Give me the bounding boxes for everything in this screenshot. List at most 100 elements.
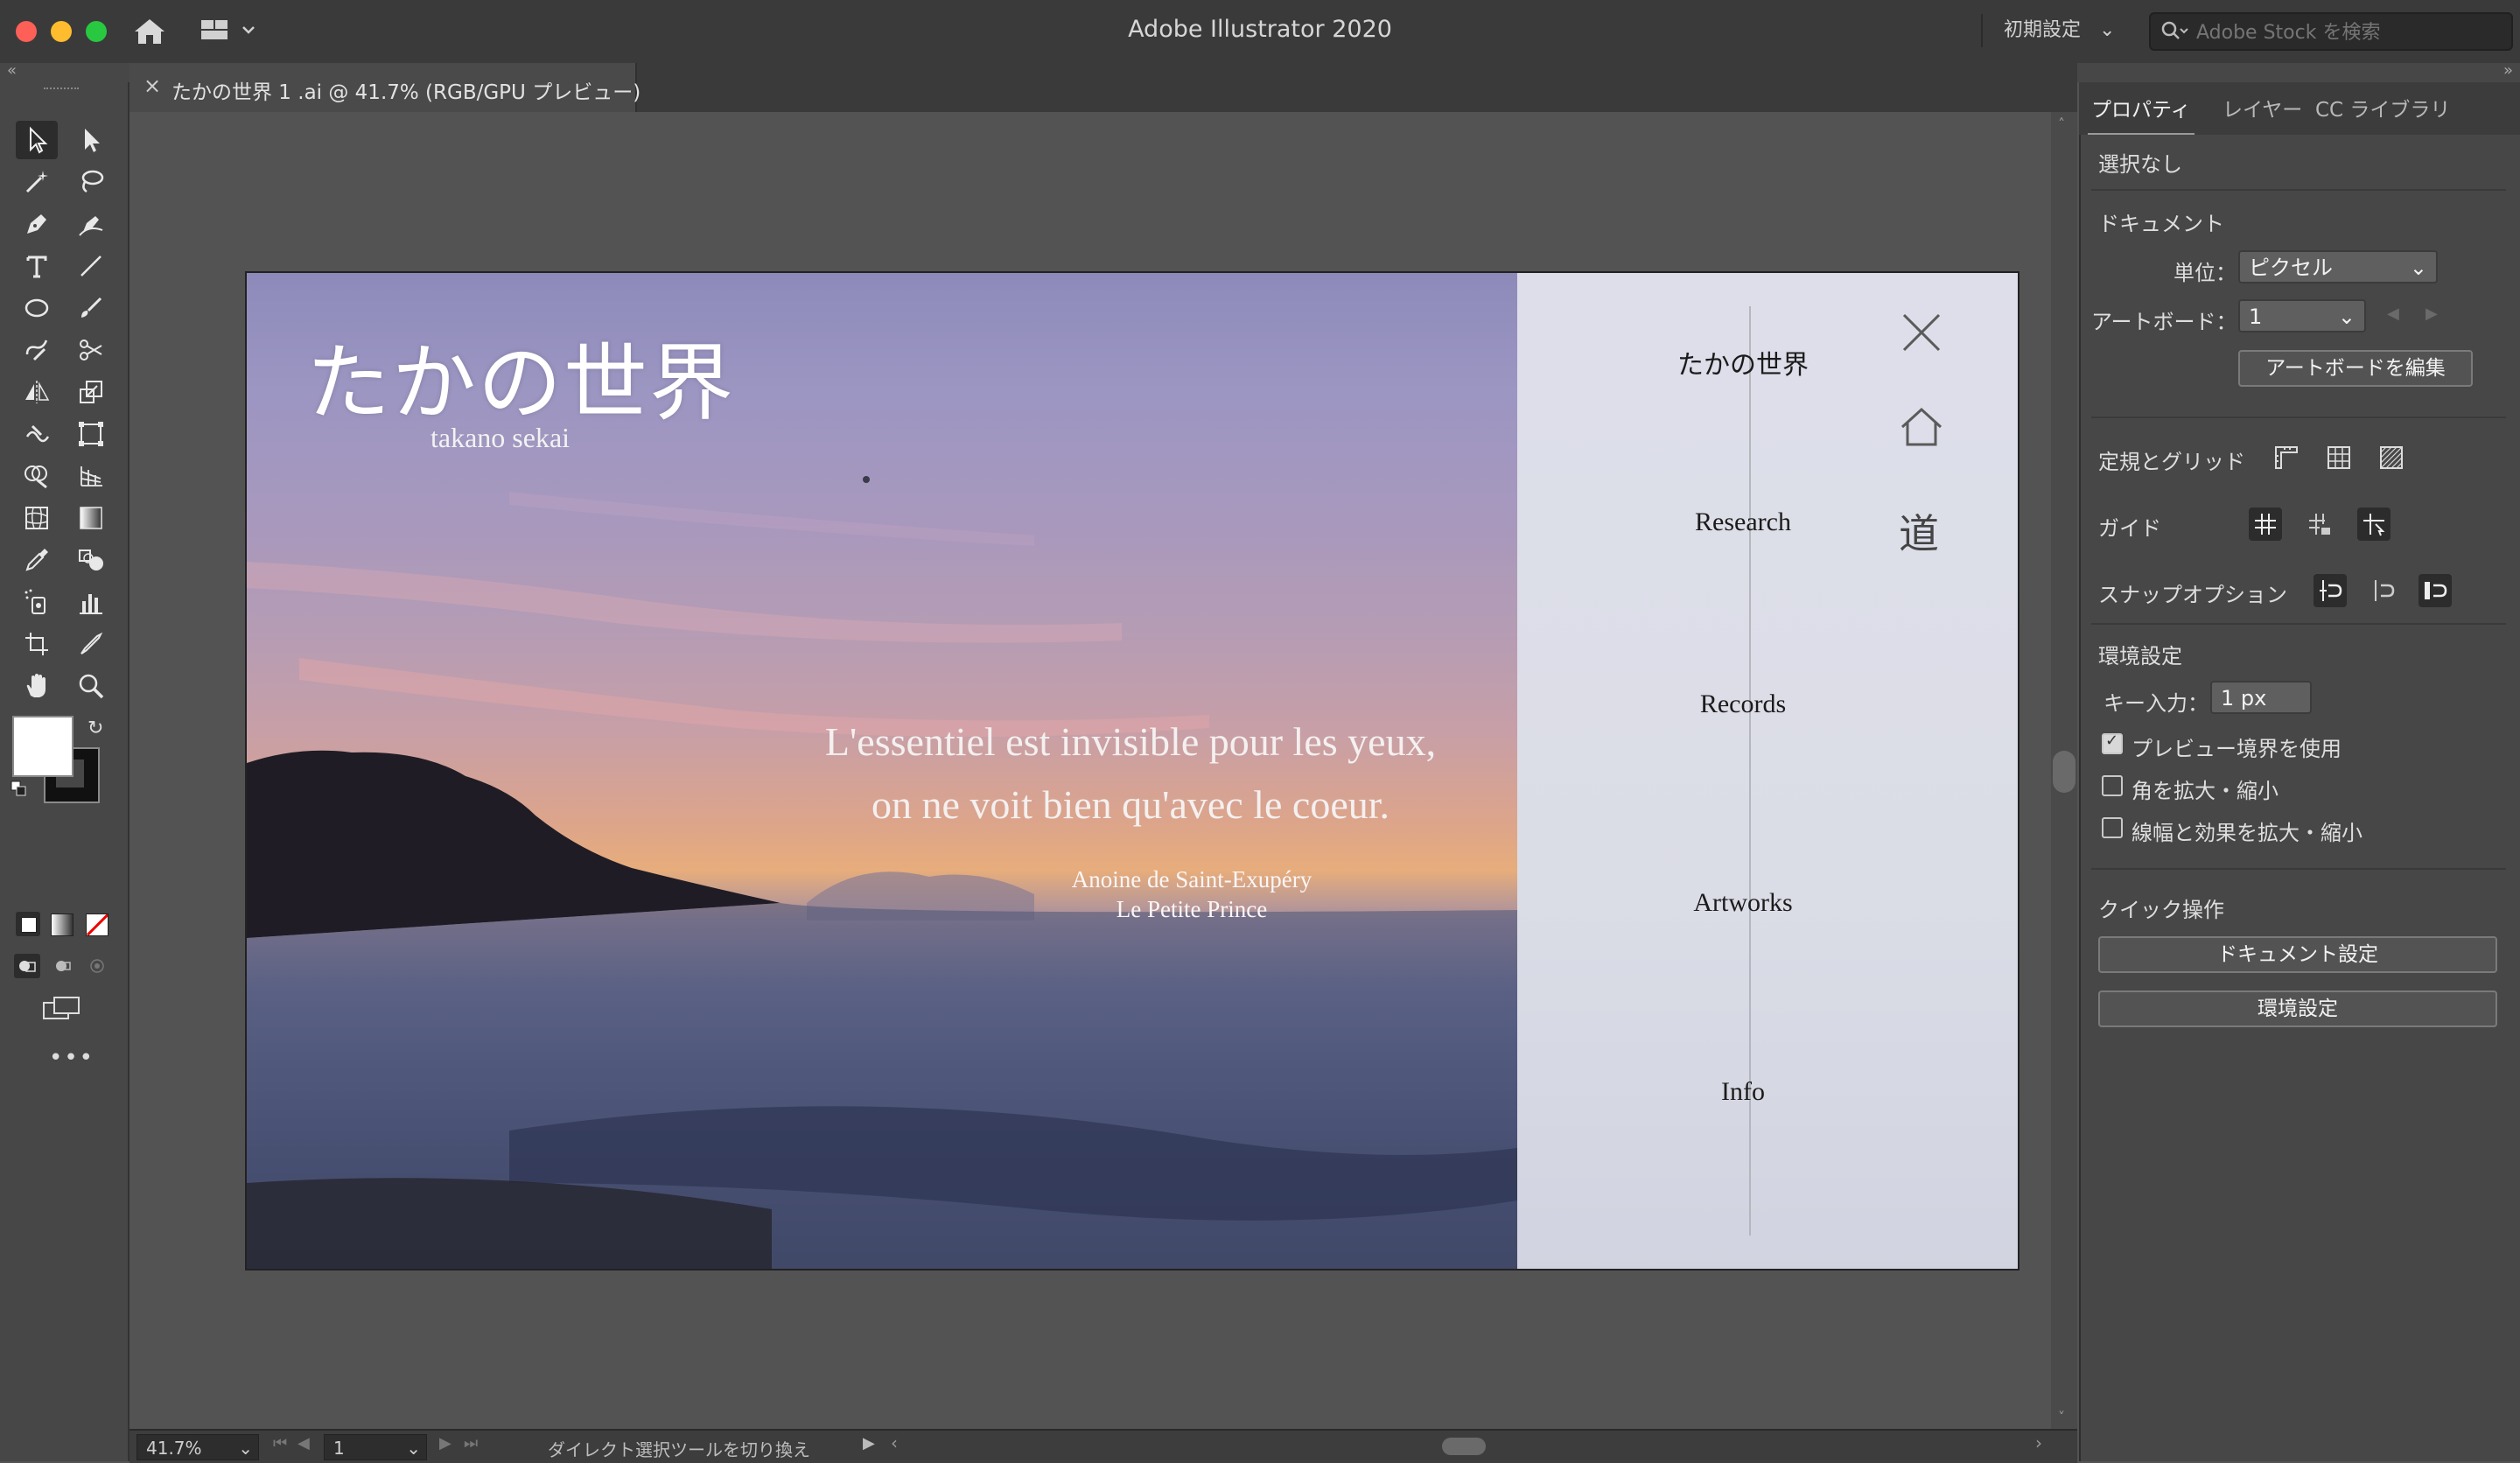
pen-tool-icon[interactable] — [16, 205, 58, 243]
artboard-number-field[interactable]: 1 ⌄ — [324, 1434, 427, 1460]
arrange-documents-button[interactable] — [200, 18, 266, 44]
hand-tool-icon[interactable] — [16, 667, 58, 705]
draw-normal-icon[interactable] — [14, 954, 40, 978]
blend-tool-icon[interactable] — [70, 541, 112, 579]
magic-wand-tool-icon[interactable] — [16, 163, 58, 201]
document-tab[interactable]: × たかの世界 1 .ai @ 41.7% (RGB/GPU プレビュー) — [130, 63, 640, 112]
direct-selection-tool-icon[interactable] — [70, 121, 112, 159]
scroll-left-icon[interactable]: ‹ — [891, 1432, 898, 1453]
scale-tool-icon[interactable] — [70, 373, 112, 411]
snap-to-pixel-icon[interactable] — [2314, 574, 2347, 607]
scale-strokes-checkbox[interactable] — [2102, 817, 2123, 838]
previous-artboard-icon[interactable]: ◀ — [298, 1434, 310, 1452]
line-segment-tool-icon[interactable] — [70, 247, 112, 285]
lasso-tool-icon[interactable] — [70, 163, 112, 201]
status-menu-arrow-icon[interactable]: ▶ — [863, 1434, 875, 1452]
smart-guides-icon[interactable] — [2357, 508, 2390, 541]
swap-fill-stroke-icon[interactable]: ↻ — [88, 718, 103, 739]
snap-to-glyph-icon[interactable] — [2418, 574, 2452, 607]
tab-cc-libraries[interactable]: CC ライブラリ — [2315, 93, 2450, 128]
selection-tool-icon[interactable] — [16, 121, 58, 159]
artboard-tool-icon[interactable] — [16, 625, 58, 663]
toolbar-grip[interactable] — [44, 88, 79, 93]
transparency-grid-icon[interactable] — [2375, 441, 2408, 474]
scroll-down-icon[interactable]: ˅ — [2058, 1409, 2065, 1425]
workspace-switcher[interactable]: 初期設定 ⌄ — [1981, 14, 2144, 47]
edit-toolbar-icon[interactable]: ••• — [49, 1045, 94, 1071]
edit-artboard-button[interactable]: アートボードを編集 — [2238, 350, 2473, 387]
next-artboard-icon[interactable]: ▶ — [2426, 304, 2438, 323]
scale-corners-checkbox[interactable] — [2102, 775, 2123, 796]
draw-inside-icon[interactable] — [84, 954, 110, 978]
collapse-right-icon[interactable]: » — [2503, 61, 2513, 80]
search-icon — [2161, 21, 2188, 39]
gradient-mode-button[interactable] — [51, 914, 74, 936]
stock-search-box[interactable] — [2149, 12, 2513, 51]
color-mode-button[interactable] — [16, 912, 40, 936]
free-transform-tool-icon[interactable] — [70, 415, 112, 453]
scissors-tool-icon[interactable] — [70, 331, 112, 369]
close-menu-icon[interactable] — [1897, 308, 1946, 357]
gradient-tool-icon[interactable] — [70, 499, 112, 537]
first-artboard-icon[interactable]: ⏮ — [273, 1434, 287, 1452]
slice-tool-icon[interactable] — [70, 625, 112, 663]
lock-guides-icon[interactable] — [2303, 508, 2336, 541]
shaper-tool-icon[interactable] — [16, 331, 58, 369]
stock-search-input[interactable] — [2194, 14, 2504, 51]
shape-builder-tool-icon[interactable] — [16, 457, 58, 495]
symbol-sprayer-tool-icon[interactable] — [16, 583, 58, 621]
last-artboard-icon[interactable]: ⏭ — [464, 1434, 478, 1452]
show-guides-icon[interactable] — [2249, 508, 2282, 541]
vertical-scroll-thumb[interactable] — [2053, 751, 2076, 793]
units-select[interactable]: ピクセル ⌄ — [2238, 250, 2438, 284]
tab-layers[interactable]: レイヤー — [2222, 93, 2302, 128]
home-icon[interactable] — [1897, 402, 1946, 452]
status-bar: 41.7% ⌄ ⏮ ◀ 1 ⌄ ▶ ⏭ ダイレクト選択ツールを切り換え ▶ ‹ … — [130, 1429, 2077, 1463]
artboard[interactable]: たかの世界 takano sekai L'essentiel est invis… — [245, 271, 2020, 1270]
snap-to-point-icon[interactable] — [2366, 574, 2399, 607]
zoom-tool-icon[interactable] — [70, 667, 112, 705]
reflect-tool-icon[interactable] — [16, 373, 58, 411]
menu-item-home-title[interactable]: たかの世界 — [1559, 343, 1927, 382]
column-graph-tool-icon[interactable] — [70, 583, 112, 621]
tab-properties[interactable]: プロパティ — [2088, 93, 2194, 135]
type-tool-icon[interactable] — [16, 247, 58, 285]
window-maximize-button[interactable] — [86, 21, 107, 42]
michi-glyph-icon[interactable]: 道 — [1899, 502, 1939, 560]
ellipse-tool-icon[interactable] — [16, 289, 58, 327]
menu-item-research[interactable]: Research — [1559, 508, 1927, 537]
default-fill-stroke-icon[interactable] — [10, 780, 26, 796]
draw-behind-icon[interactable] — [49, 954, 75, 978]
document-setup-button[interactable]: ドキュメント設定 — [2098, 936, 2497, 973]
screen-mode-icon[interactable] — [40, 994, 84, 1024]
menu-item-artworks[interactable]: Artworks — [1559, 888, 1927, 918]
artboard-select[interactable]: 1 ⌄ — [2238, 299, 2366, 332]
fill-color-front[interactable] — [12, 716, 74, 777]
menu-item-records[interactable]: Records — [1559, 690, 1927, 719]
previous-artboard-icon[interactable]: ◀ — [2387, 304, 2399, 323]
next-artboard-icon[interactable]: ▶ — [439, 1434, 452, 1452]
paintbrush-tool-icon[interactable] — [70, 289, 112, 327]
menu-item-info[interactable]: Info — [1559, 1077, 1927, 1107]
preferences-button[interactable]: 環境設定 — [2098, 990, 2497, 1027]
warp-tool-icon[interactable] — [16, 415, 58, 453]
none-mode-button[interactable] — [86, 914, 108, 936]
window-close-button[interactable] — [16, 21, 37, 42]
home-icon[interactable] — [131, 16, 168, 47]
scroll-right-icon[interactable]: › — [2035, 1432, 2042, 1453]
eyedropper-tool-icon[interactable] — [16, 541, 58, 579]
collapse-left-icon[interactable]: « — [7, 61, 17, 80]
mesh-tool-icon[interactable] — [16, 499, 58, 537]
perspective-grid-tool-icon[interactable] — [70, 457, 112, 495]
close-icon[interactable]: × — [144, 74, 161, 98]
window-minimize-button[interactable] — [51, 21, 72, 42]
grid-icon[interactable] — [2322, 441, 2356, 474]
keyboard-increment-field[interactable]: 1 px — [2210, 681, 2312, 714]
panel-divider — [2091, 416, 2506, 418]
scroll-up-icon[interactable]: ˄ — [2058, 116, 2065, 132]
preview-bounds-checkbox[interactable] — [2102, 732, 2123, 754]
ruler-icon[interactable] — [2270, 441, 2303, 474]
curvature-tool-icon[interactable] — [70, 205, 112, 243]
zoom-level-field[interactable]: 41.7% ⌄ — [136, 1434, 259, 1460]
horizontal-scroll-thumb[interactable] — [1442, 1438, 1486, 1455]
